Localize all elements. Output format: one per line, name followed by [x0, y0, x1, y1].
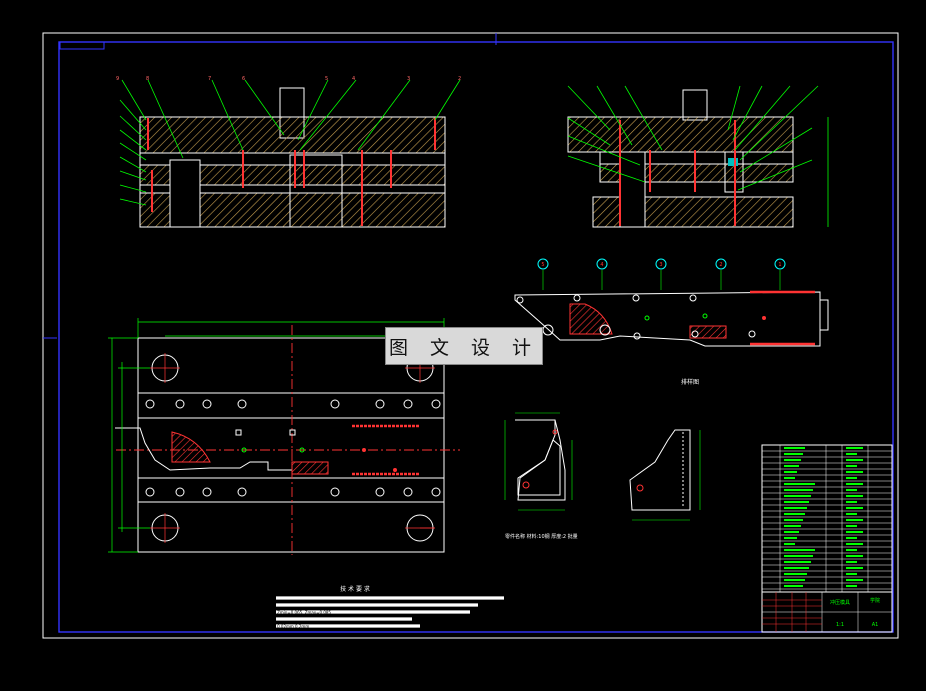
- title-block-drawing-name: 冲压模具: [830, 599, 850, 606]
- balloon-5: 1: [778, 262, 781, 268]
- tech-req-line-5: 5. 0.02mm 0.2mm: [272, 624, 309, 629]
- balloon-1: 5: [541, 262, 544, 268]
- svg-text:9: 9: [116, 76, 119, 82]
- svg-text:8: 8: [146, 76, 149, 82]
- side-section-view: [567, 85, 829, 228]
- svg-text:6: 6: [242, 76, 245, 82]
- svg-text:7: 7: [208, 76, 211, 82]
- front-section-view: 9 8 7 6 5 4 3 2: [116, 76, 461, 228]
- technical-requirements: 技 术 要 求 3. Zmin=0.065, Zmax=0.085 5. 0.0…: [272, 585, 504, 629]
- svg-text:3: 3: [407, 76, 410, 82]
- svg-text:2: 2: [458, 76, 461, 82]
- watermark-banner: 图 文 设 计: [385, 327, 543, 365]
- title-block: 冲压模具 学院 1:1 A1: [761, 591, 893, 633]
- part-caption: 零件名称 材料:10钢 厚度:2 批量: [505, 533, 578, 540]
- title-block-sheet: A1: [872, 622, 879, 628]
- title-block-company: 学院: [870, 597, 880, 604]
- title-block-scale: 1:1: [836, 622, 844, 628]
- strip-layout-title: 排样图: [681, 378, 699, 386]
- tech-req-title: 技 术 要 求: [340, 585, 370, 593]
- balloon-4: 2: [719, 262, 722, 268]
- part-detail-views: [504, 412, 701, 521]
- bill-of-materials: [761, 444, 893, 593]
- svg-text:5: 5: [325, 76, 328, 82]
- strip-layout: [514, 270, 829, 347]
- tech-req-line-3: 3. Zmin=0.065, Zmax=0.085: [272, 610, 331, 615]
- corner-tab: [59, 41, 105, 50]
- svg-text:4: 4: [352, 76, 355, 82]
- balloon-3: 3: [659, 262, 662, 268]
- balloon-2: 4: [600, 262, 603, 268]
